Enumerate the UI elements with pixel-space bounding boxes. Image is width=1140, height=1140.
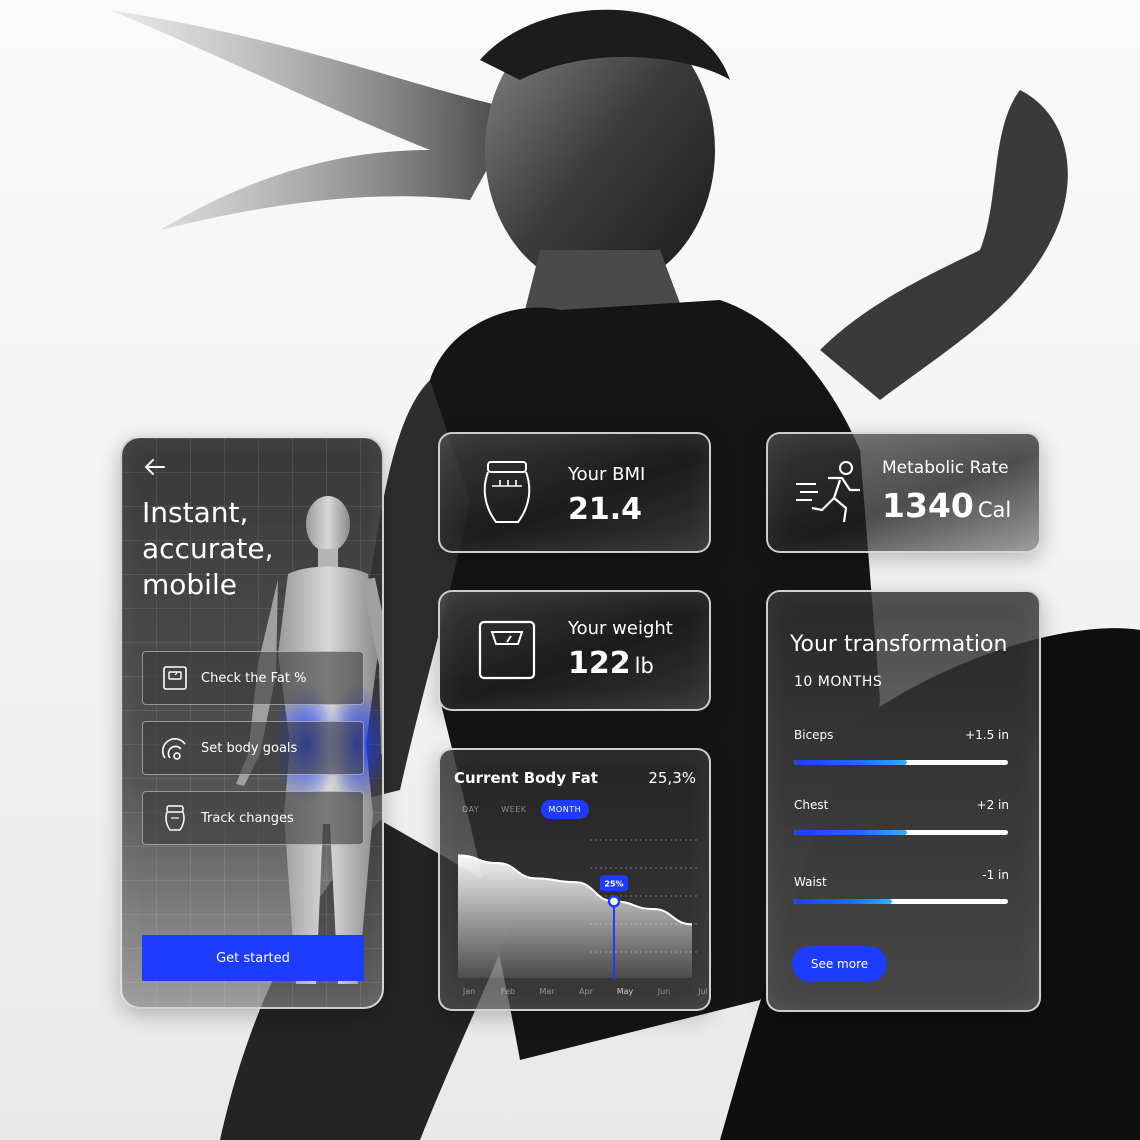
get-started-button[interactable]: Get started [142,935,364,981]
transformation-card: Your transformation 10 MONTHS Biceps +1.… [766,590,1041,1012]
metabolic-value: 1340 [882,486,974,525]
transformation-period: 10 MONTHS [794,674,883,690]
x-tick-label: Mar [539,987,555,996]
x-tick-label: Jun [657,987,671,996]
metric-waist-label: Waist [794,875,827,889]
mobile-app-preview: Instant, accurate, mobile Check the Fat … [120,436,384,1009]
headline-line-1: Instant, [142,496,249,529]
tab-day[interactable]: DAY [454,800,487,819]
option-set-goals[interactable]: Set body goals [142,721,364,775]
body-fat-area [458,855,692,978]
arrow-left-icon [144,459,165,475]
period-tabs: DAY WEEK MONTH [454,800,590,819]
tab-month[interactable]: MONTH [540,800,590,819]
metabolic-rate-card: Metabolic Rate 1340 Cal [766,432,1041,553]
body-fat-card: Current Body Fat 25,3% DAY WEEK MONTH 25… [438,748,711,1011]
metabolic-label: Metabolic Rate [882,458,1009,478]
metabolic-value-row: 1340 Cal [882,486,1011,525]
metric-waist-fill [794,899,893,904]
body-fat-value: 25,3% [648,769,696,787]
x-tick-label: Jul [697,987,708,996]
option-label: Check the Fat % [201,670,307,686]
weight-unit: lb [634,654,654,678]
weight-scale-icon [478,620,536,684]
back-button[interactable] [142,454,168,480]
metric-chest-bar [794,830,1008,835]
metric-chest-fill [794,830,908,835]
highlight-point[interactable] [607,895,621,908]
running-person-icon [794,458,864,528]
metabolic-unit: Cal [977,498,1012,522]
scale-icon [161,664,189,692]
metric-waist-bar [794,899,1008,904]
phone-headline: Instant, accurate, mobile [142,495,312,603]
weight-label: Your weight [568,618,673,639]
waist-measure-icon [478,458,536,532]
bmi-label: Your BMI [568,464,646,485]
metric-biceps-label: Biceps [794,728,834,742]
headline-line-2: accurate, [142,532,274,565]
x-tick-label: May [617,987,634,996]
x-tick-label: Feb [501,987,515,996]
weight-value-row: 122 lb [568,646,654,681]
metric-chest-label: Chest [794,798,829,812]
metric-biceps-fill [794,760,908,765]
transformation-title: Your transformation [790,632,1008,657]
see-more-button[interactable]: See more [792,946,887,982]
bmi-card: Your BMI 21.4 [438,432,711,553]
x-tick-label: Jan [462,987,475,996]
metric-biceps-bar [794,760,1008,765]
metric-chest-change: +2 in [976,798,1009,812]
body-fat-chart: 25% Jan Feb Mar Apr May Jun Jul [457,839,708,996]
option-label: Set body goals [201,740,298,756]
weight-value: 122 [568,646,631,681]
x-tick-label: Apr [579,987,594,996]
body-fat-title: Current Body Fat [454,769,598,787]
metric-waist-change: -1 in [982,868,1009,882]
body-measure-icon [161,804,189,832]
option-check-fat[interactable]: Check the Fat % [142,651,364,705]
bmi-value: 21.4 [568,492,643,527]
option-label: Track changes [201,810,294,826]
option-track-changes[interactable]: Track changes [142,791,364,845]
tab-week[interactable]: WEEK [493,800,534,819]
weight-card: Your weight 122 lb [438,590,711,711]
goal-gauge-icon [161,734,189,762]
highlight-label: 25% [604,879,623,888]
metric-biceps-change: +1.5 in [965,728,1009,742]
headline-line-3: mobile [142,568,237,601]
